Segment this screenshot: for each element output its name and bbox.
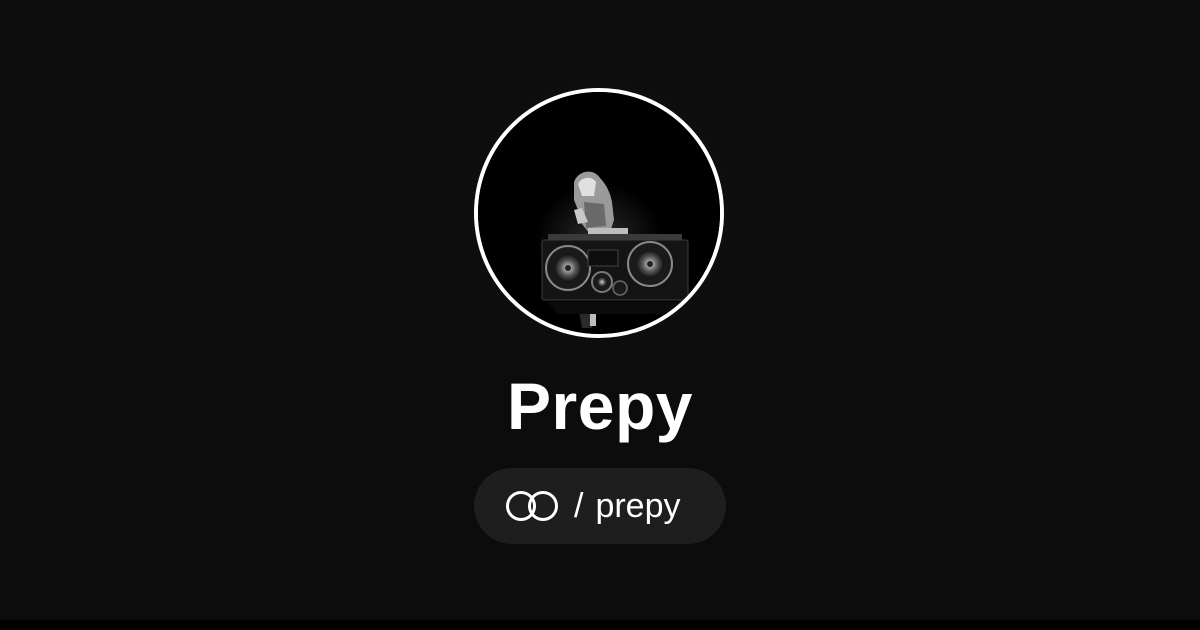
profile-name: Prepy xyxy=(507,369,693,443)
avatar-photo xyxy=(478,92,720,334)
handle-separator: / xyxy=(574,487,584,525)
handle-username: prepy xyxy=(595,487,681,525)
profile-link-button[interactable]: / prepy xyxy=(474,468,726,544)
profile-handle: / prepy xyxy=(574,486,681,526)
avatar[interactable] xyxy=(474,88,724,338)
linked-rings-icon xyxy=(506,491,558,521)
bottom-edge xyxy=(0,620,1200,630)
profile-card: Prepy / prepy xyxy=(0,0,1200,630)
